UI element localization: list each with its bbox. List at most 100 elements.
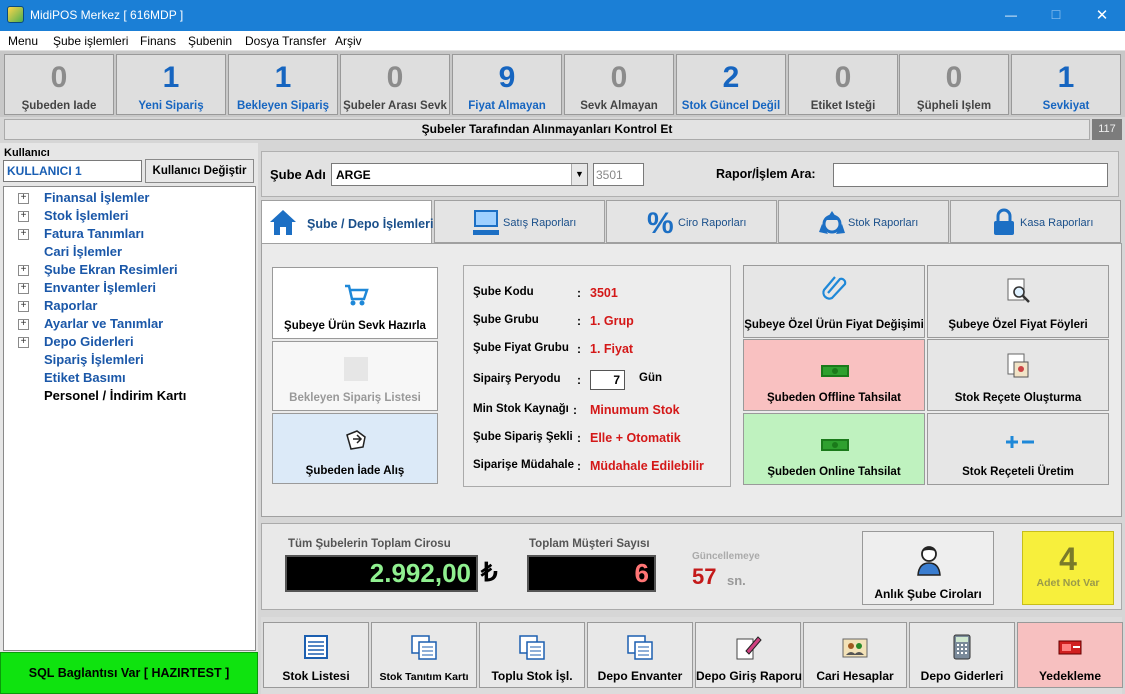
info-value: Minumum Stok: [590, 403, 680, 417]
sube-code-field[interactable]: 3501: [593, 163, 644, 186]
computer-icon: [473, 210, 499, 235]
stat-fiyat-almayan[interactable]: 9 Fiyat Almayan: [452, 54, 562, 115]
tree-item-envanter-islemleri[interactable]: Envanter İşlemleri: [44, 280, 156, 295]
stat-label: Sevk Almayan: [580, 100, 658, 112]
sql-status: SQL Baglantısı Var [ HAZIRTEST ]: [0, 652, 258, 694]
notes-widget[interactable]: 4 Adet Not Var: [1022, 531, 1114, 605]
musteri-display: 6: [527, 555, 656, 592]
depo-giderleri-button[interactable]: Depo Giderleri: [909, 622, 1015, 688]
tree-item-siparis-islemleri[interactable]: Sipariş İşlemleri: [44, 352, 144, 367]
update-countdown: 57: [692, 564, 717, 589]
button-label: Şubeye Ürün Sevk Hazırla: [284, 320, 426, 332]
tab-ciro-raporlari[interactable]: % Ciro Raporları: [606, 200, 777, 243]
stat-etiket-istegi[interactable]: 0 Etiket İsteği: [788, 54, 898, 115]
depo-giris-raporu-button[interactable]: Depo Giriş Raporu: [695, 622, 803, 688]
tab-kasa-raporlari[interactable]: Kasa Raporları: [950, 200, 1121, 243]
online-tahsilat-button[interactable]: Şubeden Online Tahsilat: [743, 413, 925, 485]
expand-icon[interactable]: +: [18, 319, 29, 330]
stat-supheli-islem[interactable]: 0 Şüpheli İşlem: [899, 54, 1009, 115]
info-colon: :: [577, 431, 581, 445]
menu-item-arsiv[interactable]: Arşiv: [335, 34, 362, 48]
menu-item-subenin[interactable]: Şubenin: [188, 34, 232, 48]
tree-item-personel-indirim-karti[interactable]: Personel / İndirim Kartı: [44, 388, 186, 403]
siparis-periyodu-field[interactable]: 7: [590, 370, 625, 390]
stat-subeden-iade[interactable]: 0 Şubeden İade: [4, 54, 114, 115]
tree-item-fatura-tanimlari[interactable]: Fatura Tanımları: [44, 226, 144, 241]
close-button[interactable]: ✕: [1079, 0, 1125, 31]
stat-bekleyen-siparis[interactable]: 1 Bekleyen Sipariş: [228, 54, 338, 115]
menu-item-menu[interactable]: Menu: [8, 34, 38, 48]
button-label: Stok Tanıtım Kartı: [379, 671, 469, 683]
tree-item-ayarlar-ve-tanimlar[interactable]: Ayarlar ve Tanımlar: [44, 316, 163, 331]
minimize-button[interactable]: —: [988, 0, 1034, 31]
toplu-stok-islemleri-button[interactable]: Toplu Stok İşl.: [479, 622, 585, 688]
plus-minus-icon: [1006, 436, 1034, 448]
stat-stok-guncel-degil[interactable]: 2 Stok Güncel Değil: [676, 54, 786, 115]
ozel-fiyat-foyleri-button[interactable]: Şubeye Özel Fiyat Föyleri: [927, 265, 1109, 338]
stat-value: 0: [945, 61, 963, 94]
ciro-label: Tüm Şubelerin Toplam Cirosu: [288, 538, 451, 550]
info-unit: Gün: [639, 372, 662, 384]
expand-icon[interactable]: +: [18, 283, 29, 294]
tab-sube-depo-islemleri[interactable]: Şube / Depo İşlemleri: [261, 200, 433, 244]
stat-sevk-almayan[interactable]: 0 Sevk Almayan: [564, 54, 674, 115]
tree-item-cari-islemler[interactable]: Cari İşlemler: [44, 244, 122, 259]
change-user-button[interactable]: Kullanıcı Değiştir: [145, 159, 254, 183]
expand-icon[interactable]: +: [18, 211, 29, 222]
depo-envanter-button[interactable]: Depo Envanter: [587, 622, 693, 688]
button-label: Cari Hesaplar: [816, 669, 894, 683]
control-bar-button[interactable]: Şubeler Tarafından Alınmayanları Kontrol…: [4, 119, 1090, 140]
menu-tree: + Finansal İşlemler + Stok İşlemleri + Fatu…: [3, 186, 256, 651]
tab-satis-raporlari[interactable]: Satış Raporları: [434, 200, 605, 243]
stok-receteli-uretim-button[interactable]: Stok Reçeteli Üretim: [927, 413, 1109, 485]
sube-select[interactable]: ARGE ▼: [331, 163, 588, 186]
search-input[interactable]: [833, 163, 1108, 187]
stat-subeler-arasi-sevk[interactable]: 0 Şubeler Arası Sevk: [340, 54, 450, 115]
button-label: Stok Listesi: [282, 669, 350, 683]
tab-stok-raporlari[interactable]: Stok Raporları: [778, 200, 949, 243]
update-label: Güncellemeye: [692, 551, 760, 562]
tree-item-raporlar[interactable]: Raporlar: [44, 298, 97, 313]
stok-recete-olusturma-button[interactable]: Stok Reçete Oluşturma: [927, 339, 1109, 411]
tree-item-finansal-islemler[interactable]: Finansal İşlemler: [44, 190, 150, 205]
tree-item-etiket-basimi[interactable]: Etiket Basımı: [44, 370, 126, 385]
button-label: Anlık Şube Ciroları: [874, 587, 982, 601]
cari-hesaplar-button[interactable]: Cari Hesaplar: [803, 622, 907, 688]
info-colon: :: [577, 373, 581, 387]
tab-label: Stok Raporları: [848, 217, 919, 229]
expand-icon[interactable]: +: [18, 229, 29, 240]
expand-icon[interactable]: +: [18, 193, 29, 204]
document-search-icon: [1007, 278, 1030, 303]
button-label: Şubeye Özel Ürün Fiyat Değişimi: [744, 319, 924, 331]
info-value: Müdahale Edilebilir: [590, 459, 704, 473]
menu-item-sube-islemleri[interactable]: Şube işlemleri: [53, 34, 128, 48]
tree-item-depo-giderleri[interactable]: Depo Giderleri: [44, 334, 134, 349]
chevron-down-icon[interactable]: ▼: [571, 164, 587, 185]
expand-icon[interactable]: +: [18, 301, 29, 312]
tab-bar: Şube / Depo İşlemleri Satış Raporları % …: [261, 200, 1122, 244]
tree-item-stok-islemleri[interactable]: Stok İşlemleri: [44, 208, 129, 223]
stat-sevkiyat[interactable]: 1 Sevkiyat: [1011, 54, 1121, 115]
menu-item-finans[interactable]: Finans: [140, 34, 176, 48]
stok-tanitim-karti-button[interactable]: Stok Tanıtım Kartı: [371, 622, 477, 688]
maximize-button[interactable]: ☐: [1033, 0, 1079, 31]
bekleyen-siparis-listesi-button[interactable]: Bekleyen Sipariş Listesi: [272, 341, 438, 411]
ozel-urun-fiyat-degisimi-button[interactable]: Şubeye Özel Ürün Fiyat Değişimi: [743, 265, 925, 338]
anlik-sube-cirolari-button[interactable]: Anlık Şube Ciroları: [862, 531, 994, 605]
info-key: Şube Kodu: [473, 286, 534, 298]
offline-tahsilat-button[interactable]: Şubeden Offline Tahsilat: [743, 339, 925, 411]
user-field[interactable]: KULLANICI 1: [3, 160, 142, 182]
button-label: Depo Giriş Raporu: [696, 669, 803, 683]
stok-listesi-button[interactable]: Stok Listesi: [263, 622, 369, 688]
yedekleme-button[interactable]: Yedekleme: [1017, 622, 1123, 688]
info-value: 1. Grup: [590, 314, 634, 328]
stat-yeni-siparis[interactable]: 1 Yeni Sipariş: [116, 54, 226, 115]
ciro-display: 2.992,00: [285, 555, 478, 592]
expand-icon[interactable]: +: [18, 337, 29, 348]
sevk-hazirla-button[interactable]: Şubeye Ürün Sevk Hazırla: [272, 267, 438, 339]
sube-select-value: ARGE: [336, 168, 371, 182]
tree-item-sube-ekran-resimleri[interactable]: Şube Ekran Resimleri: [44, 262, 178, 277]
iade-alis-button[interactable]: Şubeden İade Alış: [272, 413, 438, 484]
menu-item-dosya-transfer[interactable]: Dosya Transfer: [245, 34, 326, 48]
expand-icon[interactable]: +: [18, 265, 29, 276]
